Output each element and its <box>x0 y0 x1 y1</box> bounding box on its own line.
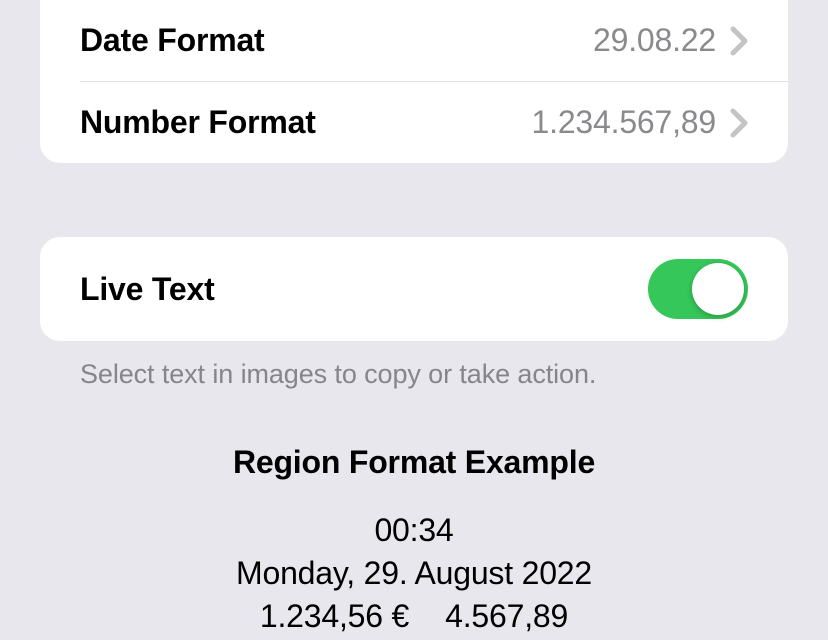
live-text-toggle[interactable] <box>648 259 748 319</box>
region-format-example: Region Format Example 00:34 Monday, 29. … <box>40 444 788 639</box>
example-time: 00:34 <box>40 509 788 552</box>
format-settings-card: Date Format 29.08.22 Number Format 1.234… <box>40 0 788 163</box>
example-body: 00:34 Monday, 29. August 2022 1.234,56 €… <box>40 509 788 639</box>
example-number: 4.567,89 <box>445 595 568 638</box>
example-title: Region Format Example <box>40 444 788 481</box>
live-text-card: Live Text <box>40 237 788 341</box>
chevron-right-icon <box>730 108 748 138</box>
date-format-label: Date Format <box>80 22 265 59</box>
number-format-value: 1.234.567,89 <box>532 104 716 141</box>
example-date: Monday, 29. August 2022 <box>40 552 788 595</box>
number-format-label: Number Format <box>80 104 316 141</box>
date-format-row[interactable]: Date Format 29.08.22 <box>40 0 788 81</box>
live-text-caption: Select text in images to copy or take ac… <box>40 341 788 390</box>
live-text-label: Live Text <box>80 271 215 308</box>
number-format-row[interactable]: Number Format 1.234.567,89 <box>40 82 788 163</box>
toggle-knob <box>692 263 744 315</box>
example-currency: 1.234,56 € <box>260 595 409 638</box>
date-format-value: 29.08.22 <box>593 22 716 59</box>
chevron-right-icon <box>730 26 748 56</box>
live-text-row: Live Text <box>40 237 788 341</box>
